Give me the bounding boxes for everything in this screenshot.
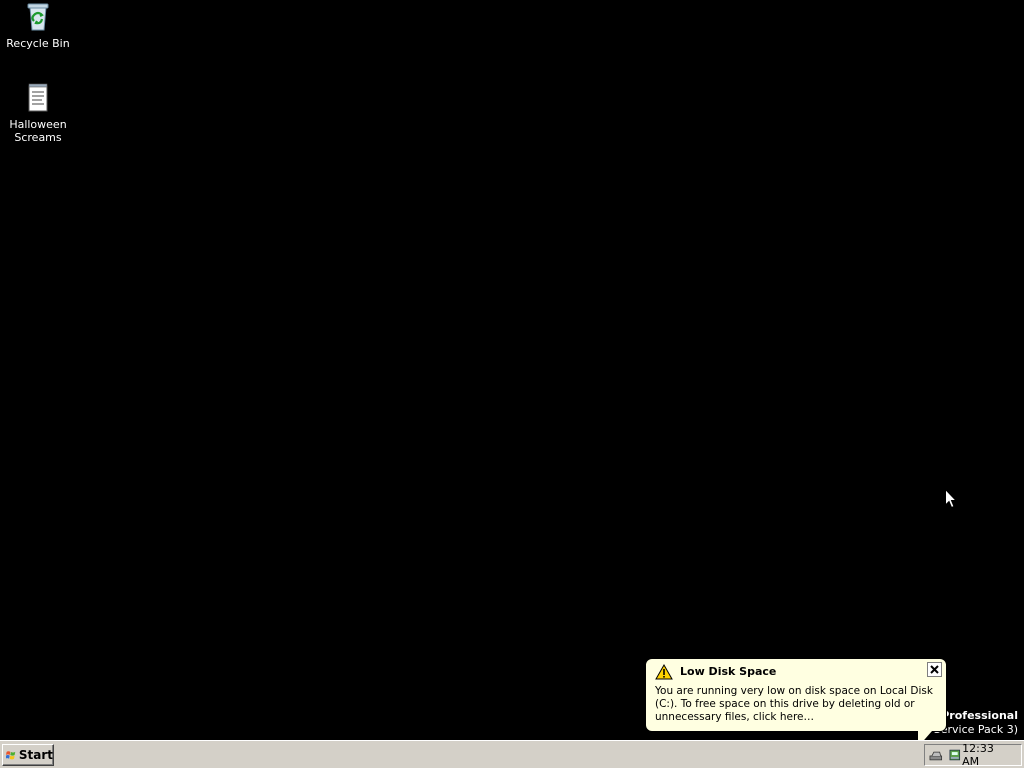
taskbar: Start 12:33 AM: [0, 740, 1024, 768]
close-icon: [930, 665, 939, 674]
windows-logo-icon: [6, 751, 16, 760]
system-tray: 12:33 AM: [924, 742, 1022, 768]
desktop-icon-halloween-screams[interactable]: Halloween Screams: [0, 82, 76, 144]
balloon-title: Low Disk Space: [680, 665, 777, 678]
recycle-bin-icon: [27, 3, 49, 31]
desktop-icon-label: Halloween Screams: [9, 118, 67, 144]
low-disk-space-balloon[interactable]: Low Disk Space You are running very low …: [645, 658, 947, 732]
desktop-icon-label: Recycle Bin: [6, 37, 70, 50]
clock[interactable]: 12:33 AM: [962, 742, 1013, 768]
desktop-icon-recycle-bin[interactable]: Recycle Bin: [0, 1, 76, 50]
network-icon[interactable]: [928, 747, 944, 763]
mouse-cursor-icon: [945, 489, 957, 509]
desktop: Recycle Bin Halloween Screams Profession…: [0, 0, 1024, 740]
warning-icon: [655, 664, 673, 680]
disk-cleanup-icon[interactable]: [947, 747, 963, 763]
start-button[interactable]: Start: [2, 744, 54, 766]
balloon-message[interactable]: You are running very low on disk space o…: [655, 685, 939, 724]
start-label: Start: [18, 748, 53, 762]
text-document-icon: [28, 83, 48, 112]
balloon-close-button[interactable]: [927, 662, 942, 677]
